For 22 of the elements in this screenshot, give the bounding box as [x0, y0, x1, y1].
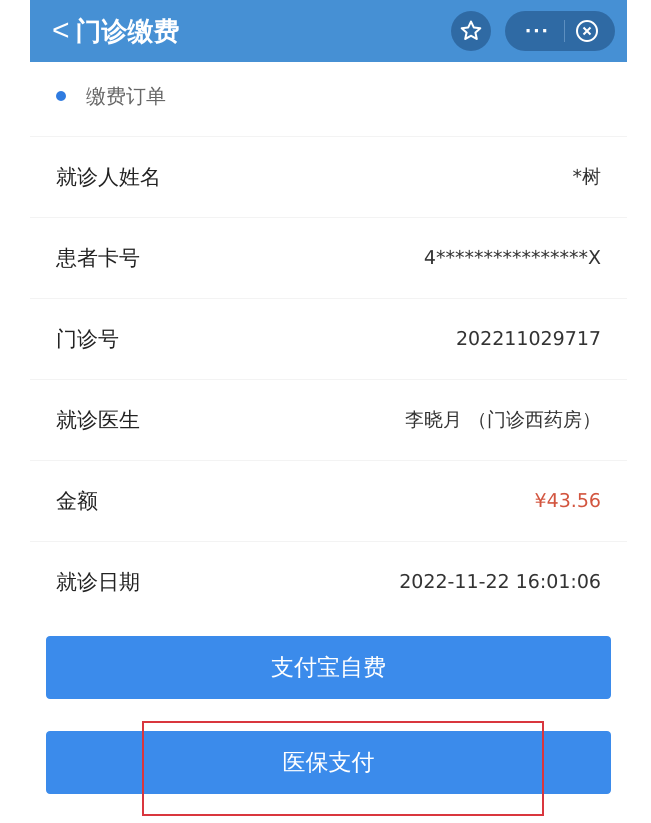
- back-button[interactable]: <: [52, 16, 76, 46]
- pay-button[interactable]: 支付宝自费: [46, 636, 611, 699]
- field-label: 患者卡号: [56, 245, 140, 272]
- field-label: 就诊医生: [56, 407, 140, 434]
- bullet-icon: [56, 91, 66, 101]
- more-button[interactable]: ···: [517, 18, 558, 44]
- field-value: 李晓月 （门诊西药房）: [404, 408, 601, 433]
- field-value: 202211029717: [456, 328, 601, 350]
- pay-button[interactable]: 医保支付: [46, 731, 611, 794]
- amount-value: ¥43.56: [534, 490, 601, 512]
- close-icon: [575, 19, 599, 43]
- star-icon: [459, 19, 484, 43]
- field-value: *树: [572, 165, 601, 190]
- field-label: 就诊人姓名: [56, 164, 161, 191]
- field-label: 就诊日期: [56, 569, 140, 596]
- page-title: 门诊缴费: [76, 16, 181, 48]
- field-label: 金额: [56, 488, 98, 515]
- field-label: 门诊号: [56, 326, 119, 353]
- field-value: 4****************X: [424, 247, 601, 269]
- section-title: 缴费订单: [86, 82, 166, 110]
- field-value: 2022-11-22 16:01:06: [399, 571, 601, 593]
- favorite-button[interactable]: [451, 11, 492, 51]
